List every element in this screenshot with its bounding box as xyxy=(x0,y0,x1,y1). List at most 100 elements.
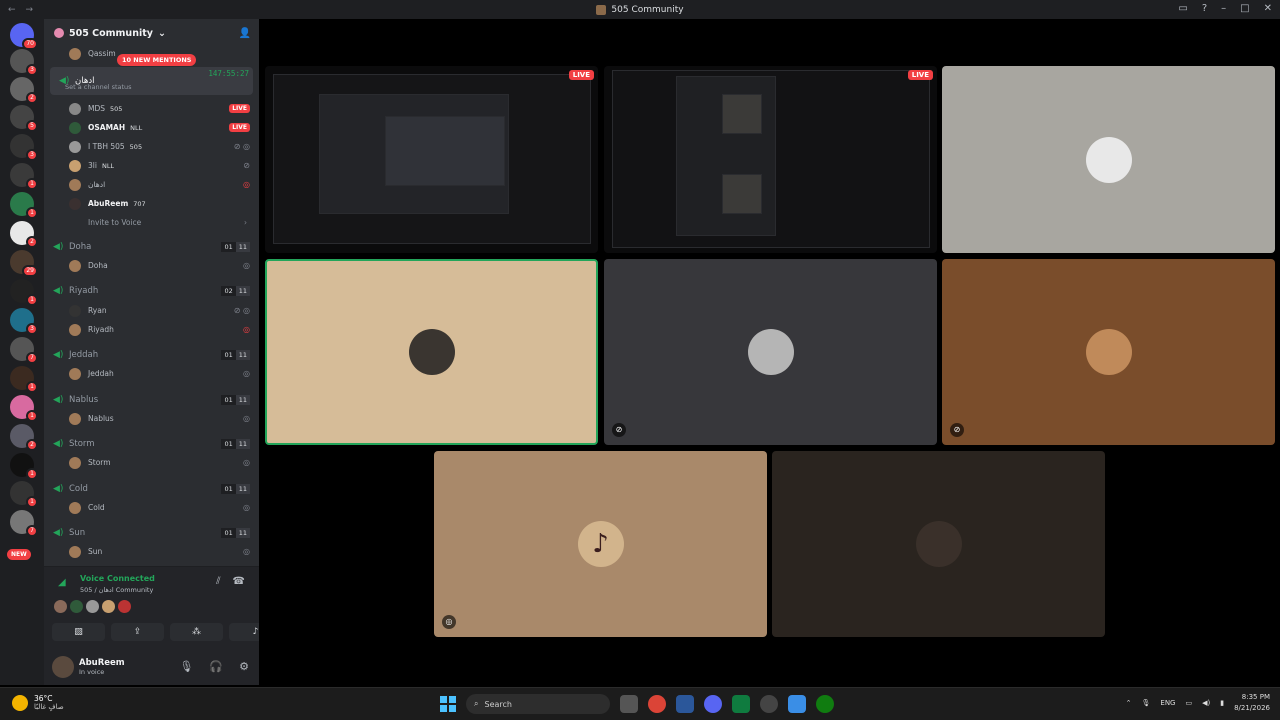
voice-user[interactable]: Storm ◎ xyxy=(44,453,259,472)
participant-tile[interactable]: ⊘ xyxy=(604,259,937,445)
server-icon[interactable]: 1 xyxy=(10,481,38,508)
voice-user[interactable]: Jeddah ◎ xyxy=(44,364,259,383)
server-icon xyxy=(596,4,607,15)
new-mentions-pill[interactable]: 10 NEW MENTIONS xyxy=(117,54,197,66)
voice-user[interactable]: Riyadh ◎ xyxy=(44,320,259,339)
microphone-tray-icon[interactable]: 🎙 xyxy=(1142,699,1151,707)
chrome-icon[interactable] xyxy=(648,695,666,713)
app-icon[interactable] xyxy=(676,695,694,713)
voice-channel[interactable]: ◀) Cold 01 11 xyxy=(44,479,259,498)
live-badge: LIVE xyxy=(907,70,933,80)
voice-channel[interactable]: ◀) Riyadh 02 11 xyxy=(44,281,259,300)
stream-tile[interactable]: LIVE xyxy=(604,66,937,253)
participant-tile[interactable]: ⊘ xyxy=(942,259,1275,445)
camera-button[interactable]: ▨ xyxy=(52,623,105,641)
server-icon[interactable]: 1 xyxy=(10,163,38,190)
participant-tile-speaking[interactable] xyxy=(265,259,598,445)
inbox-icon[interactable]: ▭ xyxy=(1178,3,1187,14)
clock[interactable]: 8:35 PM 8/21/2026 xyxy=(1234,692,1270,714)
voice-channel[interactable]: ◀) Sun 01 11 xyxy=(44,523,259,542)
microphone-icon[interactable]: 🎙 xyxy=(179,660,193,673)
temperature: 36°C xyxy=(34,694,53,703)
server-icon[interactable]: 2 xyxy=(10,221,38,248)
photos-icon[interactable] xyxy=(788,695,806,713)
voice-user[interactable]: Nablus ◎ xyxy=(44,409,259,428)
voice-status-title[interactable]: Voice Connected xyxy=(80,574,155,583)
server-icon[interactable]: 3 xyxy=(10,308,38,335)
app-icon[interactable] xyxy=(760,695,778,713)
screen-share-button[interactable]: ⇪ xyxy=(111,623,164,641)
server-icon[interactable]: 1 xyxy=(10,279,38,306)
stream-tile[interactable]: LIVE xyxy=(265,66,598,253)
user-limit: 01 11 xyxy=(221,394,250,405)
participant-tile[interactable]: ♪ ◎ xyxy=(434,451,767,637)
server-header[interactable]: 505 Community ⌄ 👤 xyxy=(44,19,259,47)
server-icon[interactable]: 2 xyxy=(10,424,38,451)
voice-user[interactable]: AbuReem 707 xyxy=(44,194,259,213)
discord-home-icon[interactable]: 70 xyxy=(10,23,38,50)
close-icon[interactable]: ✕ xyxy=(1264,3,1272,14)
voice-user[interactable]: Cold ◎ xyxy=(44,498,259,517)
voice-channel-active[interactable]: ◀) ادهان 147:55:27 Set a channel status xyxy=(50,67,253,95)
server-icon[interactable]: 1 xyxy=(10,192,38,219)
language-indicator[interactable]: ENG xyxy=(1160,699,1175,707)
invite-to-voice-button[interactable]: Invite to Voice › xyxy=(44,213,259,232)
voice-user[interactable]: OSAMAH NLL LIVE xyxy=(44,118,259,137)
start-button[interactable] xyxy=(440,696,456,712)
new-servers-pill[interactable]: NEW xyxy=(7,549,31,560)
maximize-icon[interactable]: □ xyxy=(1240,3,1249,14)
avatar[interactable] xyxy=(52,655,74,678)
unread-badge: 1 xyxy=(26,496,38,508)
server-icon[interactable]: 1 xyxy=(10,395,38,422)
voice-user[interactable]: Ryan ⊘ ◎ xyxy=(44,301,259,320)
app-icon[interactable] xyxy=(732,695,750,713)
voice-channel[interactable]: ◀) Storm 01 11 xyxy=(44,434,259,453)
gear-icon[interactable]: ⚙ xyxy=(239,660,249,673)
channel-status-input[interactable]: Set a channel status xyxy=(65,83,132,91)
server-icon[interactable]: 7 xyxy=(10,510,38,537)
voice-user[interactable]: MDS 505 LIVE xyxy=(44,99,259,118)
network-icon[interactable]: ▭ xyxy=(1185,699,1192,707)
voice-channel-path[interactable]: ادهان / 505 Community xyxy=(80,586,153,594)
server-icon[interactable]: 5 xyxy=(10,105,38,132)
server-icon[interactable]: 3 xyxy=(10,49,38,76)
server-icon[interactable]: 7 xyxy=(10,337,38,364)
live-badge: LIVE xyxy=(229,123,250,132)
volume-icon[interactable]: ◀) xyxy=(1202,699,1210,707)
help-icon[interactable]: ? xyxy=(1202,3,1207,14)
server-icon[interactable]: 2 xyxy=(10,77,38,104)
participant-tile[interactable] xyxy=(942,66,1275,253)
server-icon[interactable]: 1 xyxy=(10,453,38,480)
back-icon[interactable]: ← xyxy=(8,5,16,15)
user-name: AbuReem xyxy=(79,657,125,668)
chevron-up-icon[interactable]: ⌃ xyxy=(1126,699,1132,707)
voice-channel[interactable]: ◀) Doha 01 11 xyxy=(44,237,259,256)
taskbar-search[interactable]: ⌕ Search xyxy=(466,694,610,714)
signal-icon[interactable]: ◢ xyxy=(58,577,66,588)
server-icon[interactable]: 3 xyxy=(10,134,38,161)
server-icon[interactable]: 1 xyxy=(10,366,38,393)
voice-channel[interactable]: ◀) Jeddah 01 11 xyxy=(44,345,259,364)
voice-user[interactable]: Sun ◎ xyxy=(44,542,259,560)
weather-widget[interactable]: 36°C صافٍ غالبًا xyxy=(12,694,64,711)
voice-user[interactable]: 3li NLL ⊘ xyxy=(44,156,259,175)
voice-channel[interactable]: ◀) Nablus 01 11 xyxy=(44,390,259,409)
xbox-icon[interactable] xyxy=(816,695,834,713)
participant-tile[interactable] xyxy=(772,451,1105,637)
invite-people-icon[interactable]: 👤 xyxy=(239,28,251,39)
forward-icon[interactable]: → xyxy=(26,5,34,15)
voice-user[interactable]: Doha ◎ xyxy=(44,256,259,275)
server-icon[interactable]: 29 xyxy=(10,250,38,277)
voice-user[interactable]: I TBH 505 505 ⊘ ◎ xyxy=(44,137,259,156)
activities-button[interactable]: ⁂ xyxy=(170,623,223,641)
noise-suppression-icon[interactable]: ⫽ xyxy=(216,576,220,587)
task-view-icon[interactable] xyxy=(620,695,638,713)
disconnect-icon[interactable]: ☎ xyxy=(233,576,245,587)
avatar xyxy=(69,323,81,336)
user-tag: 505 xyxy=(129,142,143,151)
battery-icon[interactable]: ▮ xyxy=(1220,699,1224,707)
headphones-icon[interactable]: 🎧 xyxy=(209,660,223,673)
discord-taskbar-icon[interactable] xyxy=(704,695,722,713)
minimize-icon[interactable]: – xyxy=(1221,3,1226,14)
voice-user[interactable]: ادهان ◎ xyxy=(44,175,259,194)
